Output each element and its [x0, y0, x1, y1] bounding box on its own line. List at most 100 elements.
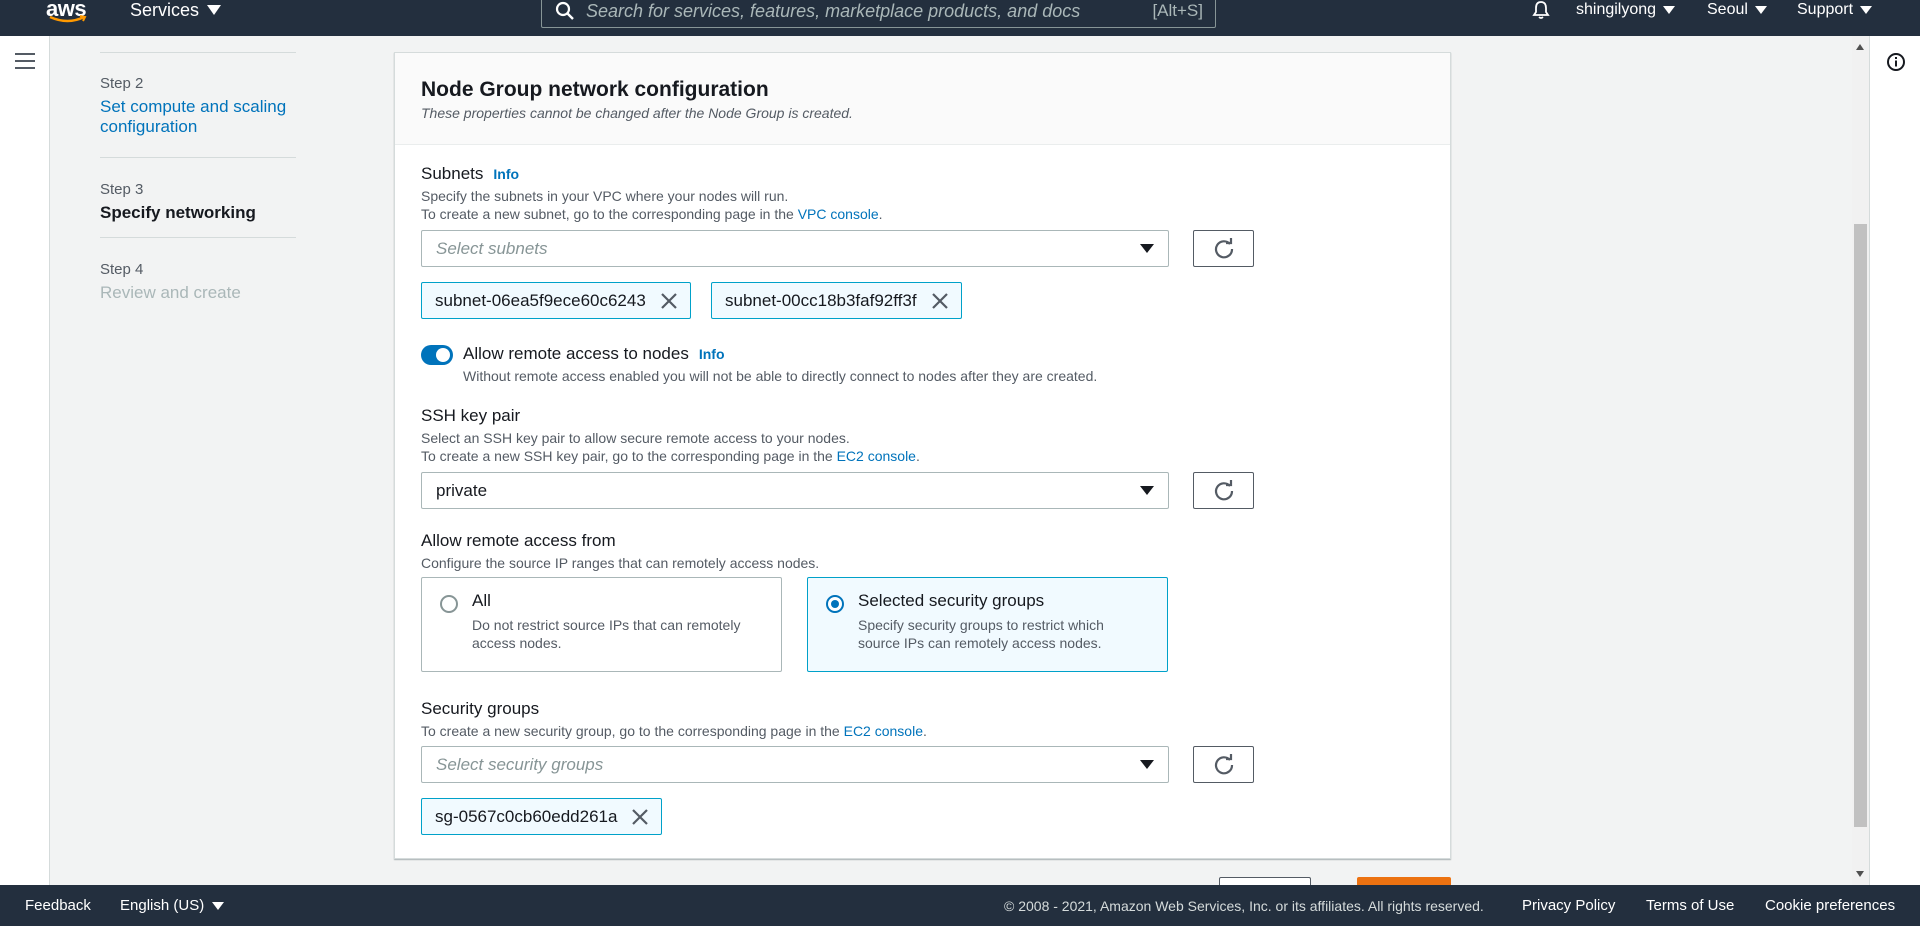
step-3-title: Specify networking: [100, 203, 256, 222]
security-groups-help-text: To create a new security group, go to th…: [421, 723, 844, 739]
remote-access-description: Without remote access enabled you will n…: [463, 368, 1098, 384]
subnets-description: Specify the subnets in your VPC where yo…: [421, 188, 789, 204]
copyright-text: © 2008 - 2021, Amazon Web Services, Inc.…: [1004, 898, 1484, 914]
privacy-policy-link[interactable]: Privacy Policy: [1522, 897, 1615, 915]
language-label: English (US): [120, 897, 205, 914]
chevron-down-icon: [1140, 486, 1154, 495]
scroll-up-arrow[interactable]: [1856, 44, 1864, 50]
notifications-button[interactable]: [1531, 0, 1551, 20]
option-description: Specify security groups to restrict whic…: [858, 617, 1104, 651]
info-icon[interactable]: [1886, 52, 1906, 72]
access-from-description: Configure the source IP ranges that can …: [421, 555, 820, 571]
refresh-icon: [1214, 237, 1233, 258]
step-4: Step 4 Review and create: [100, 261, 296, 303]
scroll-down-arrow[interactable]: [1856, 871, 1864, 877]
option-title: All: [472, 591, 491, 610]
region-name: Seoul: [1707, 1, 1748, 18]
language-selector[interactable]: English (US): [120, 897, 225, 915]
aws-logo[interactable]: aws: [46, 0, 90, 26]
services-label: Services: [130, 0, 200, 20]
security-groups-label: Security groups: [421, 699, 540, 718]
step-2: Step 2 Set compute and scaling configura…: [100, 75, 296, 137]
toggle-knob: [436, 348, 450, 362]
close-icon[interactable]: [631, 808, 649, 826]
wizard-steps: Step 2 Set compute and scaling configura…: [100, 36, 296, 303]
option-description: Do not restrict source IPs that can remo…: [472, 617, 741, 651]
support-menu[interactable]: Support: [1797, 0, 1873, 20]
access-from-label: Allow remote access from: [421, 531, 616, 550]
ssh-key-help-text: To create a new SSH key pair, go to the …: [421, 448, 837, 464]
cookie-preferences-link[interactable]: Cookie preferences: [1765, 897, 1895, 915]
chevron-down-icon: [1140, 244, 1154, 253]
security-groups-help-suffix: .: [923, 723, 927, 739]
security-group-token: sg-0567c0cb60edd261a: [421, 798, 663, 835]
remote-access-toggle[interactable]: [421, 345, 453, 365]
remote-access-info-link[interactable]: Info: [699, 346, 725, 362]
subnet-token: subnet-06ea5f9ece60c6243: [421, 282, 691, 319]
subnets-label-text: Subnets: [421, 164, 484, 183]
security-groups-refresh-button[interactable]: [1193, 746, 1254, 783]
services-menu[interactable]: Services: [130, 0, 222, 20]
side-menu-strip: [0, 36, 50, 885]
chevron-down-icon: [212, 902, 225, 910]
security-group-token-label: sg-0567c0cb60edd261a: [435, 806, 618, 826]
refresh-icon: [1214, 479, 1233, 500]
ssh-key-value: private: [436, 480, 488, 500]
search-input[interactable]: Search for services, features, marketpla…: [586, 1, 1152, 22]
account-menu[interactable]: shingilyong: [1576, 0, 1676, 20]
vpc-console-link[interactable]: VPC console: [798, 206, 879, 222]
step-number: Step 3: [100, 181, 144, 198]
feedback-link[interactable]: Feedback: [25, 897, 91, 915]
subnets-info-link[interactable]: Info: [493, 166, 519, 182]
access-option-all[interactable]: All Do not restrict source IPs that can …: [421, 577, 782, 672]
step-2-link[interactable]: Set compute and scaling configuration: [100, 97, 296, 137]
security-groups-select[interactable]: Select security groups: [421, 746, 1169, 783]
security-groups-help: To create a new security group, go to th…: [421, 722, 927, 740]
step-divider: [100, 52, 296, 53]
network-configuration-panel: Node Group network configuration These p…: [394, 52, 1451, 859]
security-groups-field: Security groups To create a new security…: [421, 699, 927, 740]
panel-title: Node Group network configuration: [421, 78, 769, 101]
close-icon[interactable]: [931, 292, 949, 310]
ssh-key-refresh-button[interactable]: [1193, 472, 1254, 509]
security-groups-placeholder: Select security groups: [436, 754, 604, 774]
access-option-security-groups[interactable]: Selected security groups Specify securit…: [807, 577, 1168, 672]
radio-all[interactable]: [440, 595, 458, 613]
radio-security-groups[interactable]: [826, 595, 844, 613]
access-from-field: Allow remote access from Configure the s…: [421, 531, 819, 572]
support-label: Support: [1797, 1, 1854, 18]
bell-icon: [1532, 1, 1550, 19]
top-navigation: aws Services Search for services, featur…: [0, 0, 1920, 36]
search-bar[interactable]: Search for services, features, marketpla…: [541, 0, 1216, 28]
scrollbar[interactable]: [1852, 36, 1869, 885]
subnet-token: subnet-00cc18b3faf92ff3f: [711, 282, 962, 319]
chevron-down-icon: [1754, 6, 1767, 14]
close-icon[interactable]: [660, 292, 678, 310]
aws-smile-icon: [49, 15, 87, 23]
terms-of-use-link[interactable]: Terms of Use: [1646, 897, 1734, 915]
step-divider: [100, 237, 296, 238]
chevron-down-icon: [207, 5, 222, 15]
chevron-down-icon: [1663, 6, 1676, 14]
subnets-select[interactable]: Select subnets: [421, 230, 1169, 267]
remote-access-field: Allow remote access to nodes Info Without…: [463, 344, 1097, 385]
chevron-down-icon: [1860, 6, 1873, 14]
search-shortcut: [Alt+S]: [1152, 1, 1203, 20]
menu-icon[interactable]: [15, 53, 35, 71]
refresh-icon: [1214, 753, 1233, 774]
ssh-key-help-suffix: .: [915, 448, 920, 464]
ssh-key-label: SSH key pair: [421, 406, 521, 425]
ssh-key-help: To create a new SSH key pair, go to the …: [421, 447, 920, 465]
search-icon: [554, 0, 576, 22]
ec2-console-link[interactable]: EC2 console: [844, 723, 923, 739]
region-menu[interactable]: Seoul: [1707, 0, 1767, 20]
subnets-refresh-button[interactable]: [1193, 230, 1254, 267]
ec2-console-link[interactable]: EC2 console: [837, 448, 916, 464]
step-divider: [100, 157, 296, 158]
panel-header: Node Group network configuration These p…: [395, 53, 1450, 145]
ssh-key-select[interactable]: private: [421, 472, 1169, 509]
scroll-thumb[interactable]: [1854, 224, 1867, 827]
subnets-help: To create a new subnet, go to the corres…: [421, 205, 883, 223]
step-number: Step 4: [100, 261, 144, 278]
tools-strip: [1869, 36, 1920, 885]
